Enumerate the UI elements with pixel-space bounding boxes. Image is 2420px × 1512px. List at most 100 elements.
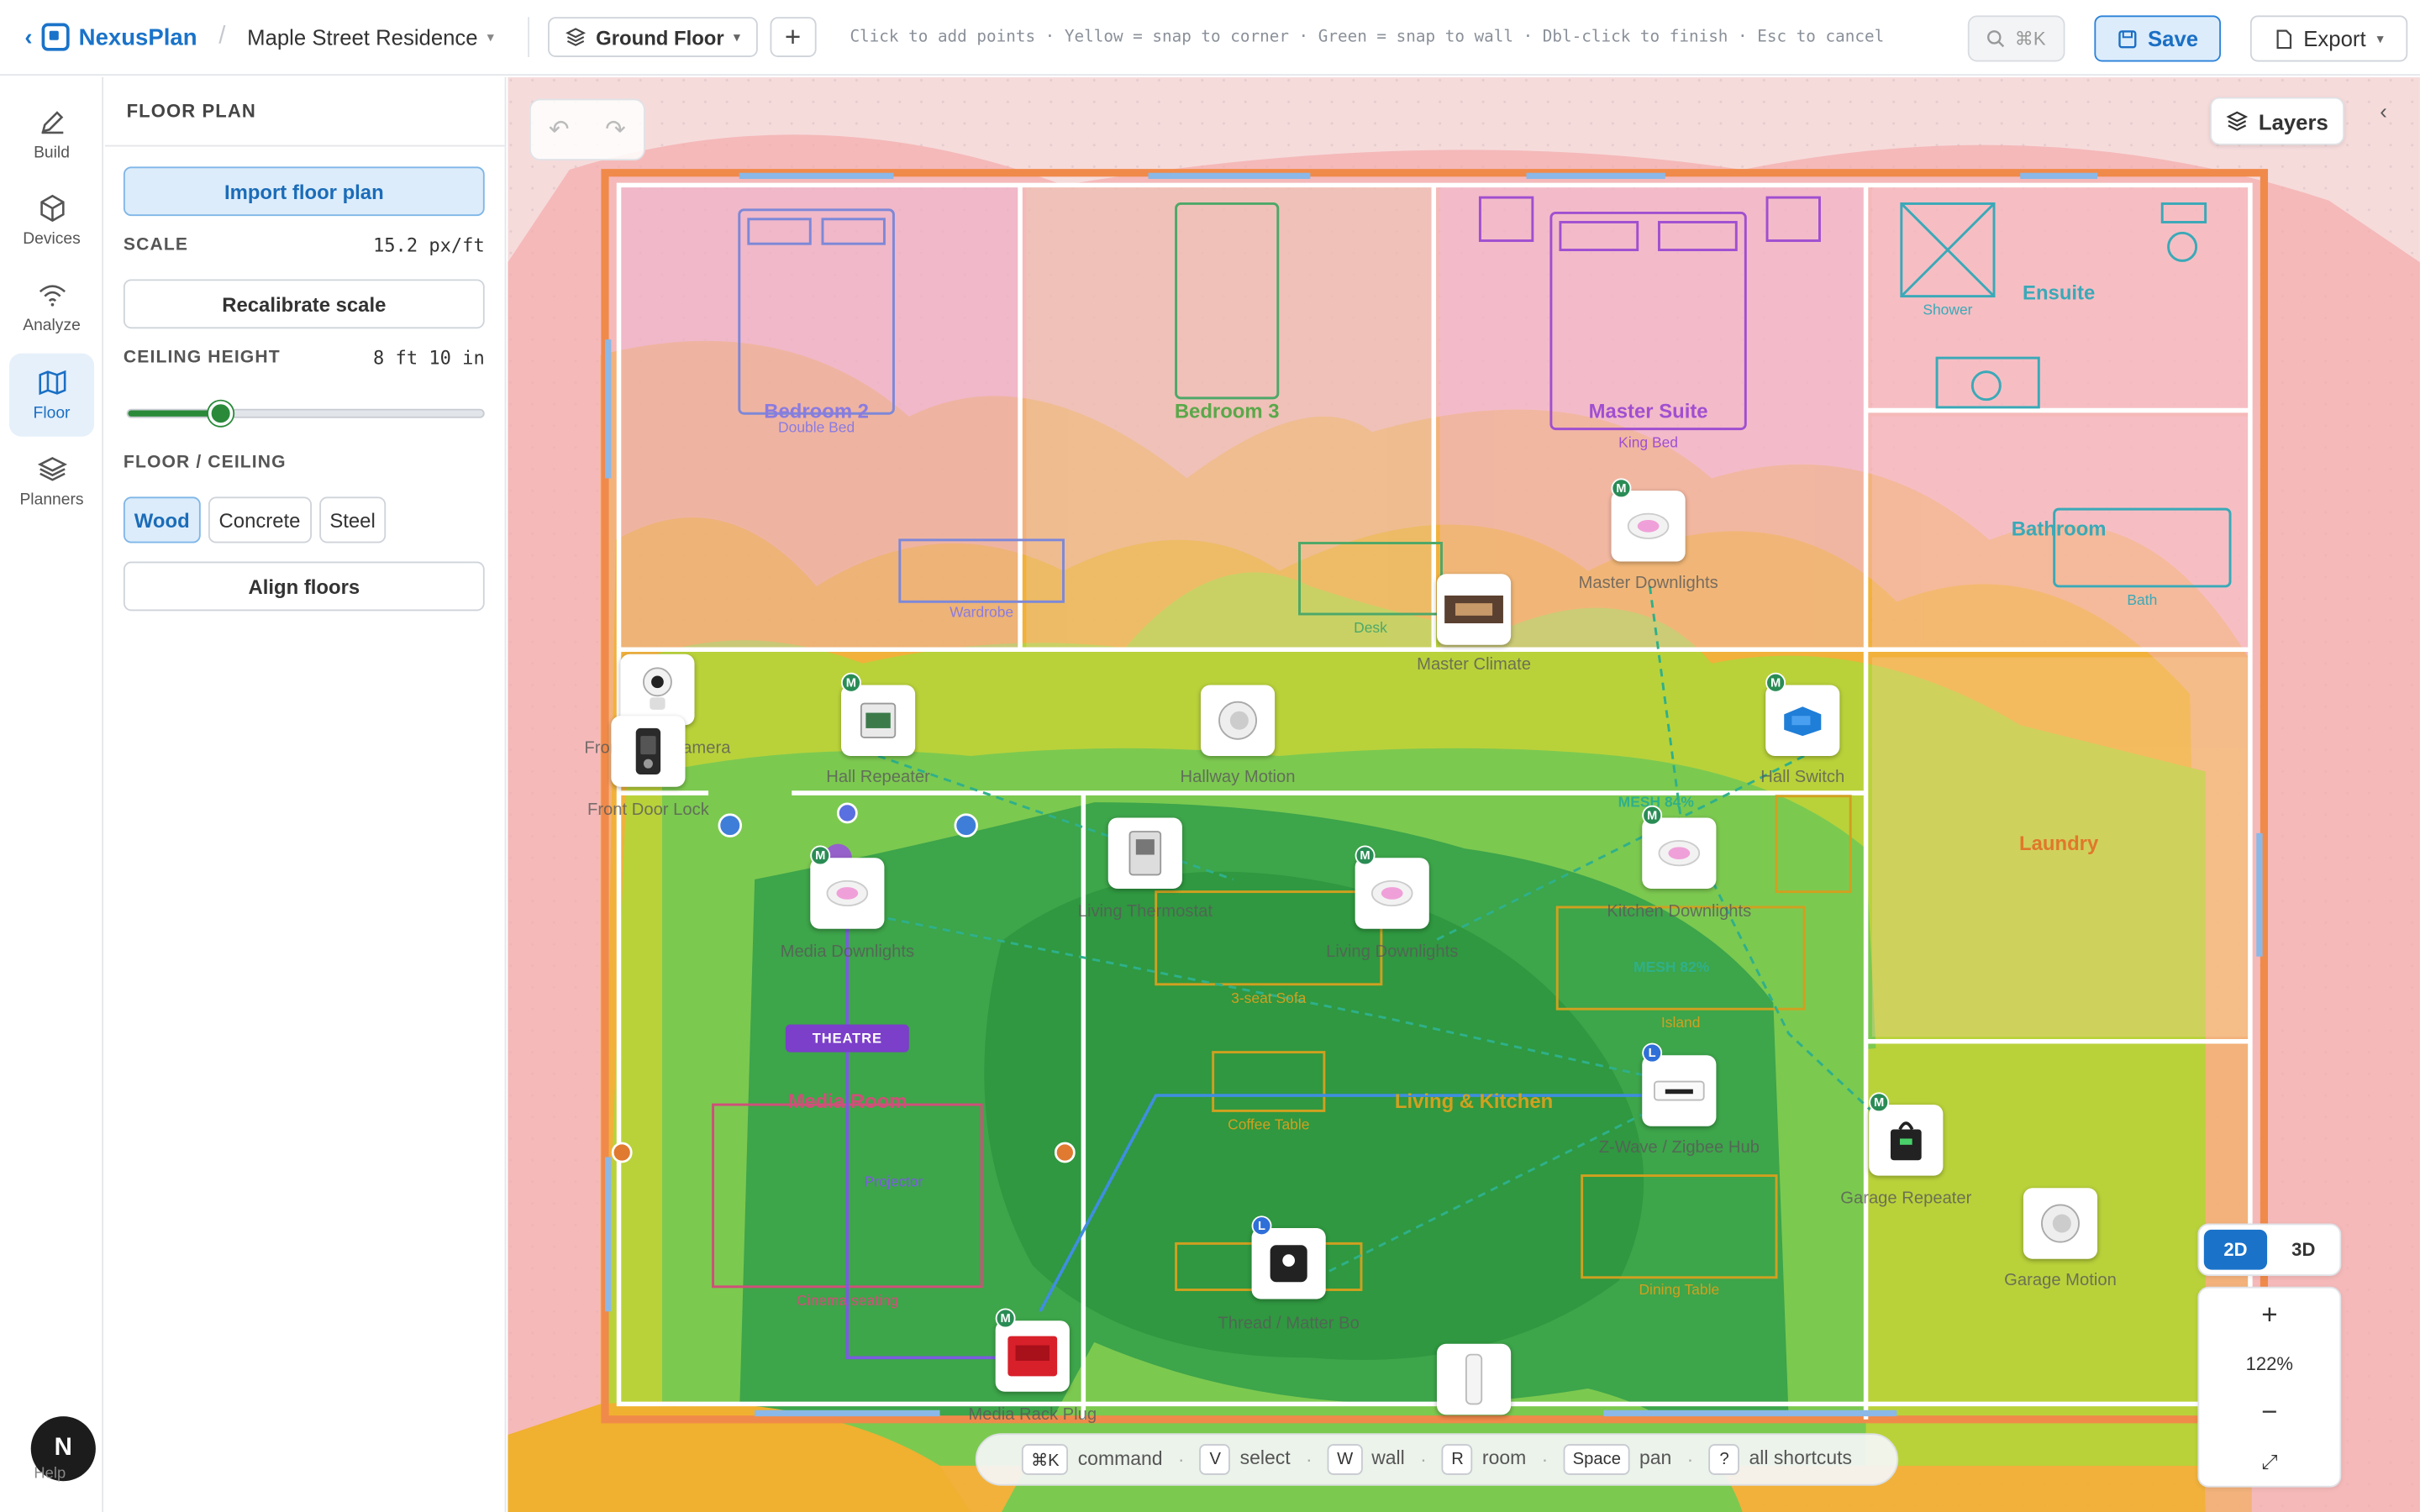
chevron-down-icon: ▾: [2376, 29, 2384, 46]
slider-handle[interactable]: [208, 401, 233, 426]
align-floors-button[interactable]: Align floors: [123, 561, 485, 612]
thread-badge: L: [1642, 1042, 1663, 1063]
save-button[interactable]: Save: [2094, 15, 2222, 62]
back-chevron-icon[interactable]: ‹: [24, 24, 32, 50]
plus-icon: +: [784, 20, 802, 52]
search-button[interactable]: ⌘K: [1967, 15, 2065, 62]
device-hall-switch[interactable]: [1765, 685, 1840, 756]
material-steel-chip[interactable]: Steel: [318, 496, 387, 543]
material-row: FLOOR / CEILING: [124, 454, 485, 472]
device-media-rack-plug[interactable]: [995, 1320, 1070, 1392]
room-label-living-kitchen[interactable]: Living & Kitchen: [1395, 1089, 1553, 1113]
floor-plan-canvas[interactable]: Bedroom 2 Bedroom 3 Master Suite Ensuite…: [508, 76, 2420, 1512]
room-label-ensuite[interactable]: Ensuite: [2023, 281, 2095, 304]
device-living-downlights[interactable]: [1355, 858, 1429, 929]
room-label-bedroom-3[interactable]: Bedroom 3: [1175, 400, 1280, 423]
separator-dot: ·: [1177, 1448, 1185, 1471]
downlight-icon: [1370, 879, 1413, 907]
layers-button[interactable]: Layers: [2210, 97, 2344, 145]
repeater-icon: [1890, 1121, 1922, 1161]
project-name: Maple Street Residence: [247, 24, 478, 50]
fit-screen-icon[interactable]: ⤢: [2261, 1450, 2277, 1474]
save-label: Save: [2148, 26, 2199, 51]
device-label: Z-Wave / Zigbee Hub: [1598, 1138, 1760, 1158]
undo-icon[interactable]: ↶: [549, 114, 570, 145]
separator-dot: ·: [1306, 1448, 1313, 1471]
matter-badge: M: [1642, 805, 1663, 826]
device-entry-sensor[interactable]: [1436, 1343, 1512, 1415]
camera-icon: [642, 667, 672, 710]
mode-2d-button[interactable]: 2D: [2203, 1229, 2268, 1270]
nav-planners[interactable]: Planners: [9, 439, 94, 522]
scale-value: 15.2 px/ft: [373, 234, 485, 256]
room-label-laundry[interactable]: Laundry: [2019, 832, 2098, 855]
device-thread-border-router[interactable]: [1251, 1228, 1326, 1299]
separator-dot: ·: [1541, 1448, 1549, 1471]
device-label: Hall Repeater: [826, 768, 930, 787]
device-label: Media Rack Plug: [968, 1405, 1097, 1425]
device-kitchen-downlights[interactable]: [1642, 817, 1717, 889]
mode-3d-button[interactable]: 3D: [2272, 1230, 2335, 1270]
furniture-label: Bath: [2127, 592, 2158, 610]
pencil-icon: [40, 111, 63, 134]
device-hallway-motion[interactable]: [1200, 685, 1276, 756]
device-garage-repeater[interactable]: [1869, 1105, 1944, 1176]
furniture-label: Wardrobe: [950, 604, 1014, 622]
undo-redo-group: ↶ ↷: [529, 98, 645, 161]
brand[interactable]: ‹ NexusPlan: [24, 23, 197, 51]
zoom-out-icon[interactable]: −: [2261, 1396, 2277, 1429]
repeater-icon: [860, 702, 897, 738]
redo-icon[interactable]: ↷: [605, 114, 626, 145]
downlight-icon: [1627, 512, 1670, 539]
material-chips: Wood Concrete Steel: [123, 496, 387, 543]
shortcut-label: all shortcuts: [1749, 1446, 1852, 1469]
zoom-in-icon[interactable]: +: [2261, 1299, 2277, 1332]
nav-label: Devices: [23, 229, 81, 249]
room-label-master-suite[interactable]: Master Suite: [1589, 400, 1708, 423]
ceiling-height-slider[interactable]: [126, 401, 485, 426]
search-icon: [1987, 30, 2006, 48]
room-label-bathroom[interactable]: Bathroom: [2012, 517, 2107, 540]
device-master-downlights[interactable]: [1611, 491, 1686, 562]
device-hall-repeater[interactable]: [841, 685, 916, 756]
device-media-downlights[interactable]: [810, 858, 885, 929]
ceiling-label: CEILING HEIGHT: [123, 349, 281, 368]
floor-selector[interactable]: Ground Floor ▾: [548, 17, 758, 57]
material-wood-chip[interactable]: Wood: [123, 496, 201, 543]
heatmap-plan: [508, 76, 2420, 1512]
device-label: Garage Motion: [2004, 1271, 2117, 1290]
separator-dot: ·: [1420, 1448, 1427, 1471]
material-concrete-chip[interactable]: Concrete: [208, 496, 312, 543]
recalibrate-scale-button[interactable]: Recalibrate scale: [123, 279, 485, 329]
collapse-panel-chevron-icon[interactable]: ‹: [2380, 99, 2387, 123]
import-floor-plan-button[interactable]: Import floor plan: [123, 166, 485, 217]
add-floor-button[interactable]: +: [769, 17, 817, 57]
room-label-media-room[interactable]: Media Room: [787, 1089, 907, 1113]
nav-floor[interactable]: Floor: [9, 353, 95, 437]
nav-analyze[interactable]: Analyze: [9, 265, 94, 349]
export-button[interactable]: Export ▾: [2249, 15, 2408, 62]
nav-devices[interactable]: Devices: [9, 179, 94, 262]
furniture-label: Double Bed: [778, 419, 855, 437]
logo-n-icon: N: [54, 1435, 72, 1462]
layers-icon: [2227, 111, 2249, 131]
device-garage-motion[interactable]: [2023, 1188, 2098, 1259]
top-bar: ‹ NexusPlan / Maple Street Residence ▾ G…: [0, 0, 2420, 76]
chevron-down-icon: ▾: [487, 28, 494, 45]
shortcut-item: Vselect: [1199, 1444, 1291, 1475]
device-zwave-zigbee-hub[interactable]: [1642, 1055, 1717, 1126]
nav-build[interactable]: Build: [9, 92, 94, 176]
export-label: Export: [2303, 26, 2366, 51]
shortcut-label: select: [1239, 1446, 1291, 1469]
device-front-door-camera[interactable]: [620, 654, 695, 726]
nav-label: Floor: [33, 404, 71, 423]
device-master-climate[interactable]: [1436, 574, 1512, 645]
project-selector[interactable]: Maple Street Residence ▾: [247, 24, 494, 49]
matter-badge: M: [810, 845, 831, 866]
shortcut-key: Space: [1563, 1444, 1630, 1475]
device-living-thermostat[interactable]: [1107, 817, 1182, 889]
device-front-door-lock[interactable]: [611, 716, 686, 787]
device-label: Living Thermostat: [1077, 902, 1213, 921]
panel-title: FLOOR PLAN: [104, 77, 505, 147]
material-label: FLOOR / CEILING: [123, 453, 287, 473]
